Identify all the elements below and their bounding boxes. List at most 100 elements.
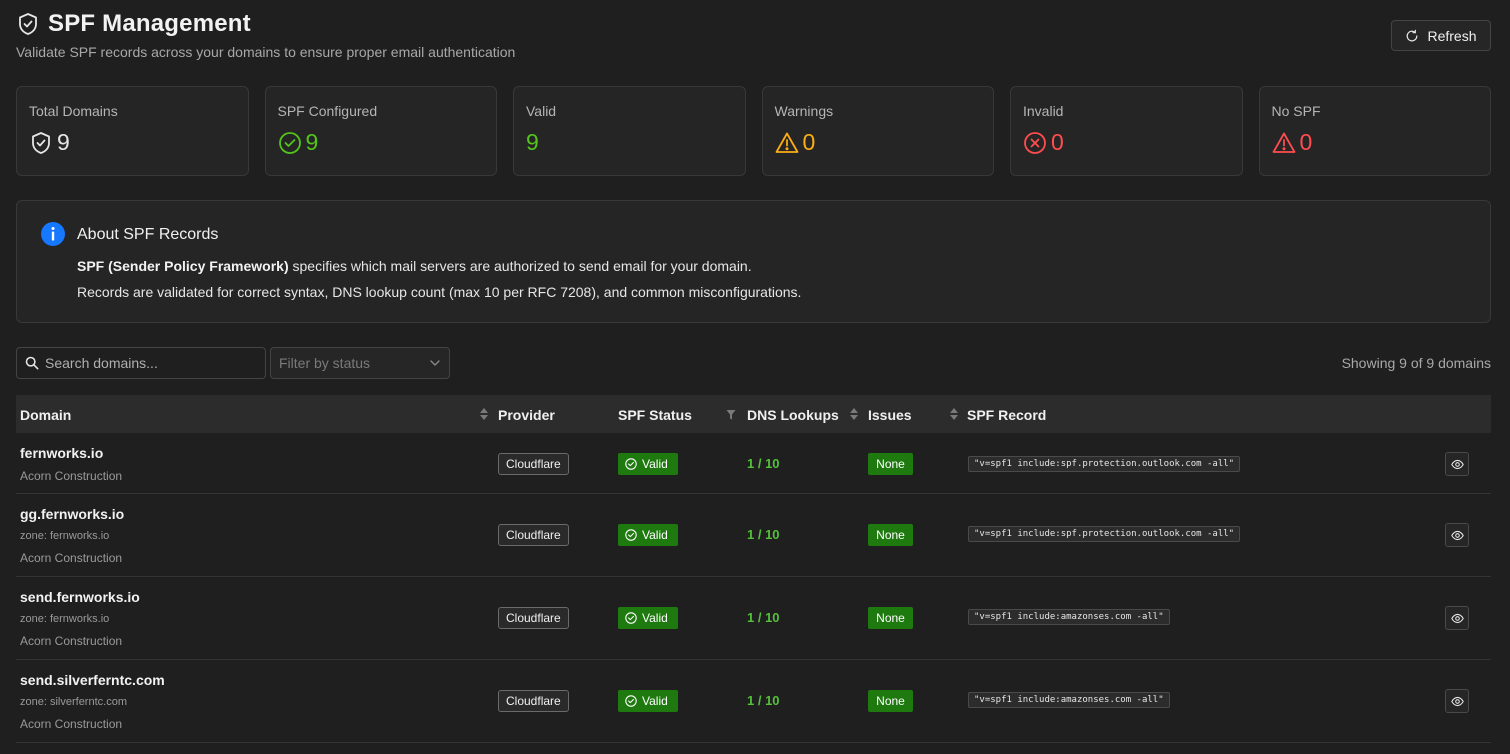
check-circle-icon (625, 458, 637, 470)
refresh-button[interactable]: Refresh (1391, 20, 1491, 51)
issues-badge: None (868, 524, 913, 546)
stat-card-warnings: Warnings 0 (761, 86, 994, 176)
warning-triangle-icon (1272, 132, 1295, 153)
column-header-domain[interactable]: Domain (20, 407, 71, 423)
view-details-button[interactable] (1445, 606, 1469, 630)
chevron-down-icon (430, 360, 440, 366)
info-icon (41, 222, 65, 246)
check-circle-icon (278, 131, 301, 154)
stat-number: 0 (802, 129, 816, 155)
stat-number: 0 (1051, 129, 1064, 155)
stat-card-total-domains: Total Domains 9 (16, 86, 249, 176)
provider-tag: Cloudflare (498, 453, 569, 475)
stat-value: 0 (1272, 129, 1479, 156)
status-label: Valid (642, 528, 668, 542)
page-subtitle: Validate SPF records across your domains… (16, 44, 516, 60)
about-spf-panel: About SPF Records SPF (Sender Policy Fra… (16, 200, 1491, 323)
table-header: Domain Provider SPF Status DNS Lookups I… (16, 395, 1491, 433)
stat-label: Total Domains (29, 103, 118, 119)
stat-label: Valid (526, 103, 557, 119)
domain-org: Acorn Construction (20, 634, 123, 648)
stats-row: Total Domains 9 SPF Configured 9 Valid 9… (16, 86, 1491, 176)
stat-card-invalid: Invalid 0 (1010, 86, 1243, 176)
column-header-provider[interactable]: Provider (498, 407, 555, 423)
column-header-issues[interactable]: Issues (868, 407, 912, 423)
sort-icon[interactable] (949, 407, 959, 421)
page-title: SPF Management (48, 10, 251, 37)
domain-zone: zone: silverferntc.com (20, 696, 127, 708)
stat-label: Warnings (774, 103, 834, 119)
stat-number: 9 (526, 129, 539, 155)
about-validation-note: Records are validated for correct syntax… (77, 284, 802, 300)
stat-value: 9 (278, 129, 485, 156)
stat-value: 9 (29, 129, 236, 156)
status-badge: Valid (618, 453, 678, 475)
column-header-spf-status[interactable]: SPF Status (618, 407, 692, 423)
close-circle-icon (1024, 131, 1046, 154)
about-description: SPF (Sender Policy Framework) specifies … (77, 258, 752, 274)
table-row: send.fernworks.io zone: fernworks.io Aco… (16, 577, 1491, 660)
table-row: send.silverferntc.com zone: silverferntc… (16, 660, 1491, 743)
title-row: SPF Management (16, 10, 1494, 38)
stat-value: 0 (1023, 129, 1230, 156)
search-input[interactable] (45, 355, 255, 371)
results-count: Showing 9 of 9 domains (1341, 355, 1491, 371)
column-header-dns-lookups[interactable]: DNS Lookups (747, 407, 839, 423)
about-description-text: specifies which mail servers are authori… (288, 258, 752, 274)
eye-icon (1450, 696, 1464, 706)
table-row: gg.fernworks.io zone: fernworks.io Acorn… (16, 494, 1491, 577)
table-row: fernworks.io Acorn Construction Cloudfla… (16, 433, 1491, 494)
view-details-button[interactable] (1445, 689, 1469, 713)
domain-zone: zone: fernworks.io (20, 530, 110, 542)
stat-card-valid: Valid 9 (513, 86, 746, 176)
stat-card-spf-configured: SPF Configured 9 (264, 86, 497, 176)
stat-number: 9 (57, 129, 70, 155)
status-filter-select[interactable]: Filter by status (270, 347, 450, 379)
about-title: About SPF Records (77, 226, 219, 243)
issues-badge: None (868, 690, 913, 712)
domain-name: send.silverferntc.com (20, 672, 165, 688)
filter-placeholder: Filter by status (279, 355, 371, 371)
issues-badge: None (868, 453, 913, 475)
view-details-button[interactable] (1445, 523, 1469, 547)
domain-org: Acorn Construction (20, 551, 123, 565)
spf-record-code: "v=spf1 include:spf.protection.outlook.c… (968, 526, 1241, 542)
stat-card-no-spf: No SPF 0 (1258, 86, 1491, 176)
filter-funnel-icon[interactable] (726, 408, 736, 422)
search-box[interactable] (16, 347, 266, 379)
view-details-button[interactable] (1445, 452, 1469, 476)
sort-icon[interactable] (849, 407, 859, 421)
eye-icon (1450, 530, 1464, 540)
stat-label: No SPF (1271, 103, 1321, 119)
search-icon (25, 356, 39, 370)
refresh-label: Refresh (1427, 27, 1477, 44)
sort-icon[interactable] (479, 407, 489, 421)
status-label: Valid (642, 457, 668, 471)
shield-check-icon (32, 131, 50, 154)
refresh-icon (1407, 29, 1418, 41)
domain-org: Acorn Construction (20, 717, 123, 731)
spf-record-code: "v=spf1 include:spf.protection.outlook.c… (968, 456, 1241, 472)
domain-name: send.fernworks.io (20, 589, 140, 605)
domain-zone: zone: fernworks.io (20, 613, 110, 625)
stat-value: 9 (526, 129, 733, 156)
domains-table: Domain Provider SPF Status DNS Lookups I… (16, 395, 1491, 743)
dns-lookups-value: 1 / 10 (747, 610, 780, 625)
status-badge: Valid (618, 607, 678, 629)
stat-label: SPF Configured (277, 103, 378, 119)
domain-name: gg.fernworks.io (20, 506, 125, 522)
issues-badge: None (868, 607, 913, 629)
status-badge: Valid (618, 690, 678, 712)
provider-tag: Cloudflare (498, 524, 569, 546)
spf-record-code: "v=spf1 include:amazonses.com -all" (968, 692, 1170, 708)
dns-lookups-value: 1 / 10 (747, 456, 780, 471)
page-header: SPF Management Validate SPF records acro… (16, 10, 1494, 70)
spf-record-code: "v=spf1 include:amazonses.com -all" (968, 609, 1170, 625)
domain-org: Acorn Construction (20, 469, 123, 483)
stat-number: 0 (1299, 129, 1313, 155)
domain-name: fernworks.io (20, 445, 104, 461)
status-badge: Valid (618, 524, 678, 546)
stat-label: Invalid (1023, 103, 1064, 119)
about-term: SPF (Sender Policy Framework) (77, 258, 289, 274)
stat-value: 0 (775, 129, 982, 156)
